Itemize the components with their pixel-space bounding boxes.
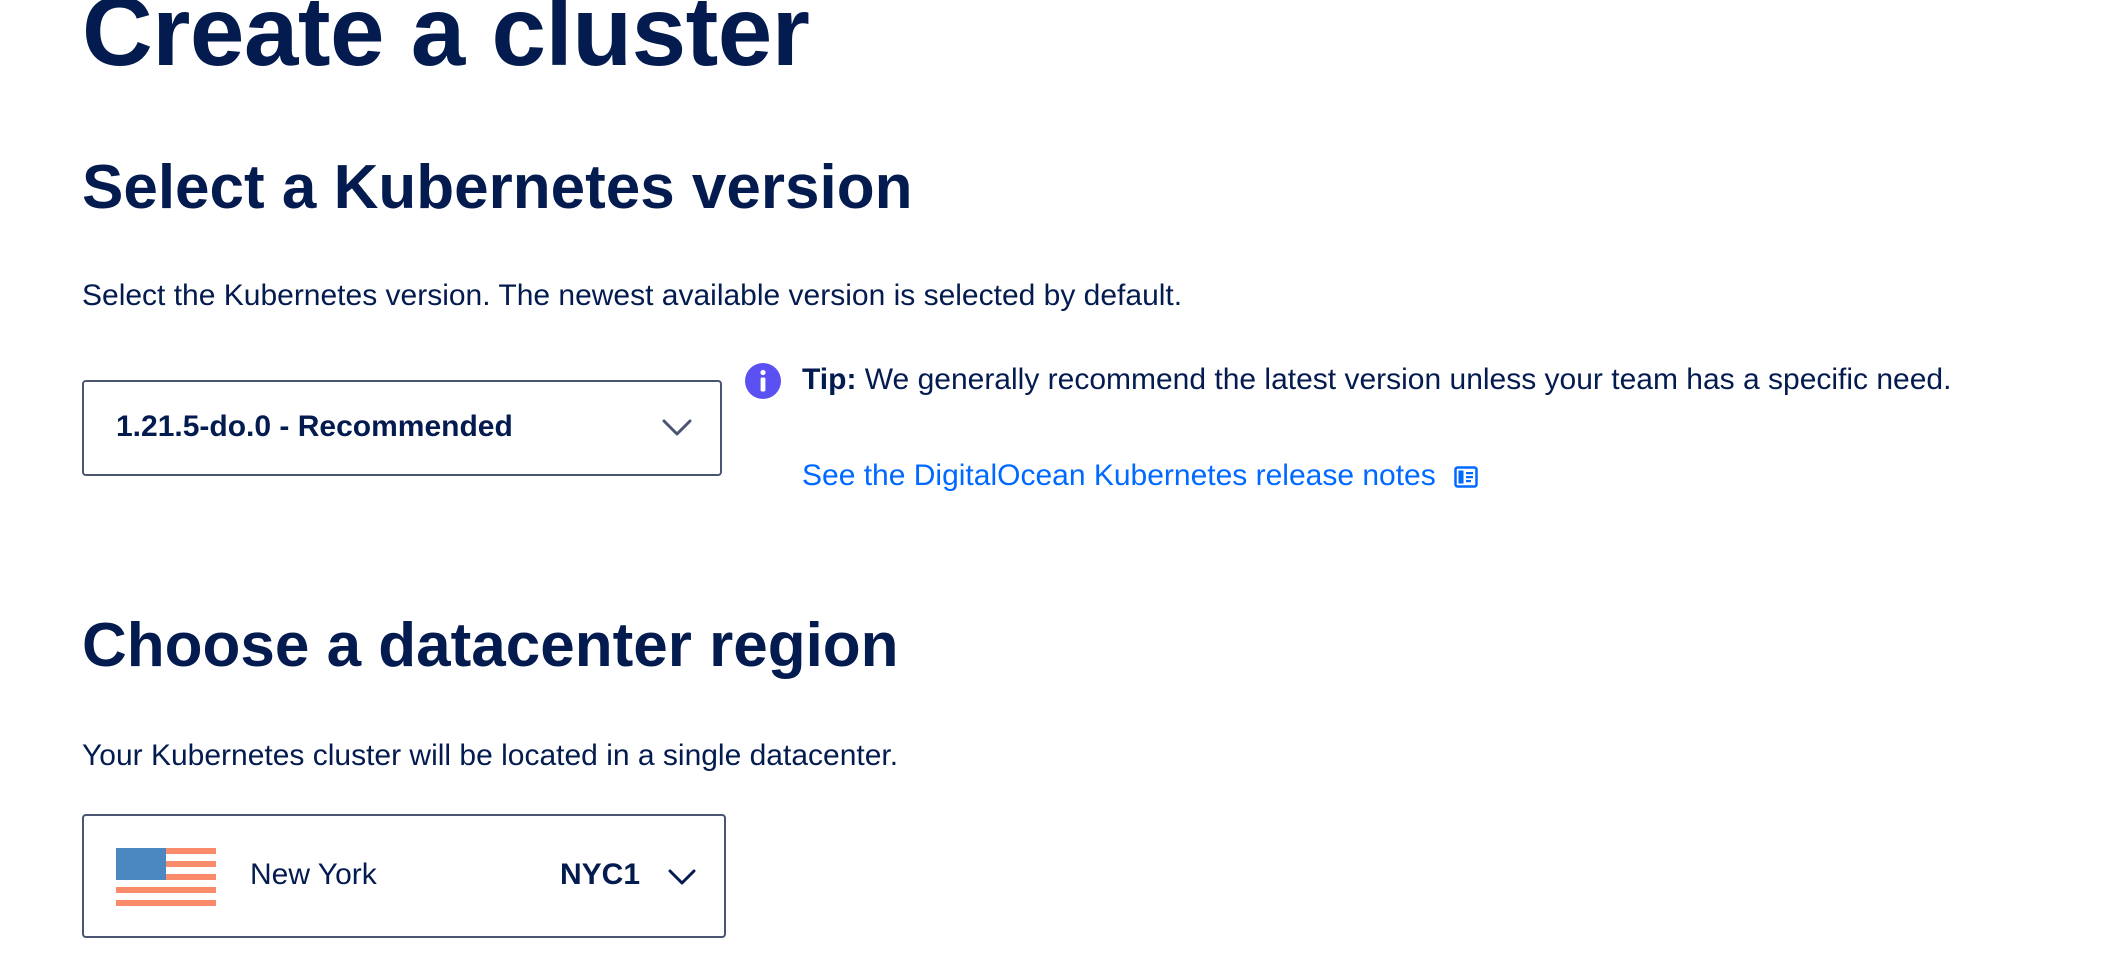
region-section-description: Your Kubernetes cluster will be located … bbox=[82, 739, 899, 772]
kubernetes-version-select[interactable]: 1.21.5-do.0 - Recommended bbox=[82, 380, 722, 476]
chevron-down-icon bbox=[662, 419, 692, 436]
datacenter-region-select[interactable]: New York NYC1 bbox=[82, 814, 726, 938]
region-section-heading: Choose a datacenter region bbox=[82, 611, 899, 680]
tip-body: We generally recommend the latest versio… bbox=[864, 363, 1952, 396]
us-flag-icon bbox=[116, 848, 216, 906]
version-section-description: Select the Kubernetes version. The newes… bbox=[82, 279, 1183, 312]
region-code: NYC1 bbox=[560, 858, 641, 891]
doc-icon bbox=[1454, 466, 1478, 488]
region-name: New York bbox=[250, 858, 377, 891]
tip-text: Tip: We generally recommend the latest v… bbox=[802, 356, 1982, 404]
release-notes-link-label: See the DigitalOcean Kubernetes release … bbox=[802, 459, 1436, 492]
tip-label: Tip: bbox=[802, 363, 857, 396]
chevron-down-icon bbox=[668, 869, 696, 885]
info-icon bbox=[745, 363, 781, 399]
page-title: Create a cluster bbox=[82, 0, 810, 86]
selected-version-value: 1.21.5-do.0 - Recommended bbox=[116, 410, 513, 443]
version-section-heading: Select a Kubernetes version bbox=[82, 153, 913, 222]
release-notes-link[interactable]: See the DigitalOcean Kubernetes release … bbox=[802, 452, 1478, 500]
